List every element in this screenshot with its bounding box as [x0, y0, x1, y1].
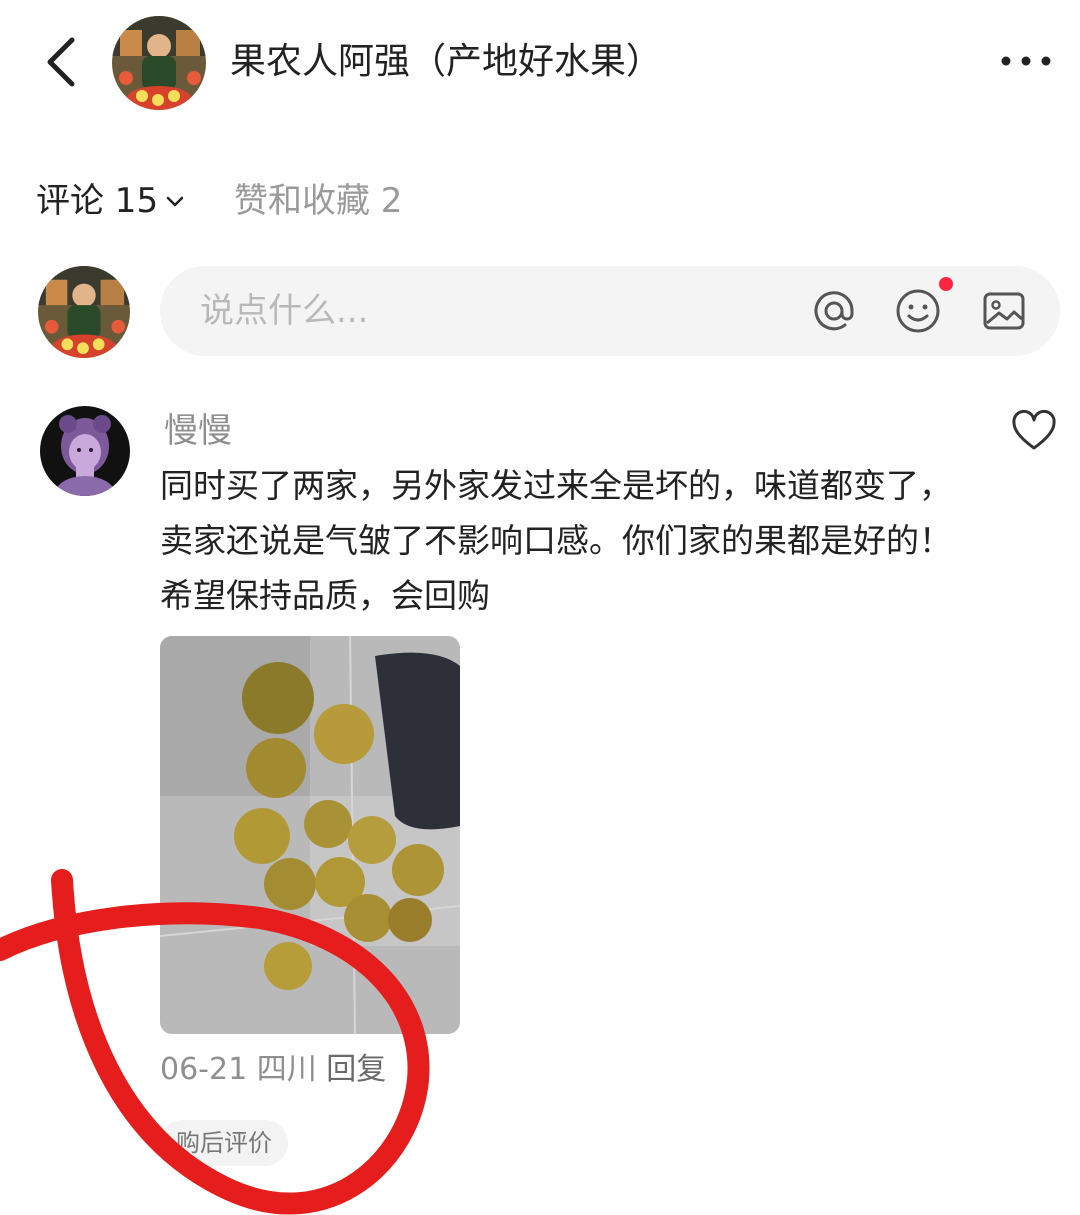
post-purchase-review-tag: 购后评价	[160, 1120, 288, 1166]
comment-text: 同时买了两家，另外家发过来全是坏的，味道都变了，卖家还说是气皱了不影响口感。你们…	[160, 466, 952, 615]
reply-button[interactable]: 回复	[326, 1052, 386, 1087]
mention-button[interactable]	[808, 285, 860, 337]
commenter-avatar[interactable]	[40, 406, 130, 496]
comment-input-placeholder: 说点什么...	[200, 291, 369, 331]
tab-comments[interactable]: 评论 15	[36, 176, 186, 226]
back-button[interactable]	[38, 30, 88, 94]
tab-likes-favorites[interactable]: 赞和收藏 2	[234, 176, 402, 226]
more-button[interactable]	[992, 36, 1058, 86]
more-icon	[1001, 56, 1051, 66]
comment-date: 06-21	[160, 1052, 248, 1087]
image-button[interactable]	[978, 285, 1030, 337]
chevron-down-icon	[166, 196, 184, 207]
comment-location: 四川	[256, 1052, 317, 1087]
like-button[interactable]	[1010, 408, 1058, 454]
tab-comments-label: 评论 15	[36, 181, 159, 221]
notification-dot	[939, 277, 953, 291]
heart-icon	[1012, 409, 1056, 450]
emoji-icon	[896, 289, 940, 333]
comment-meta: 06-21 四川 回复	[160, 1048, 386, 1092]
comment-photo[interactable]	[160, 636, 460, 1034]
image-icon	[983, 292, 1025, 330]
at-icon	[814, 291, 854, 331]
shop-avatar[interactable]	[112, 16, 206, 110]
commenter-username[interactable]: 慢慢	[164, 408, 232, 454]
back-icon	[47, 37, 75, 87]
my-avatar	[38, 266, 130, 358]
page-title: 果农人阿强（产地好水果）	[230, 41, 663, 82]
emoji-button[interactable]	[892, 285, 944, 337]
